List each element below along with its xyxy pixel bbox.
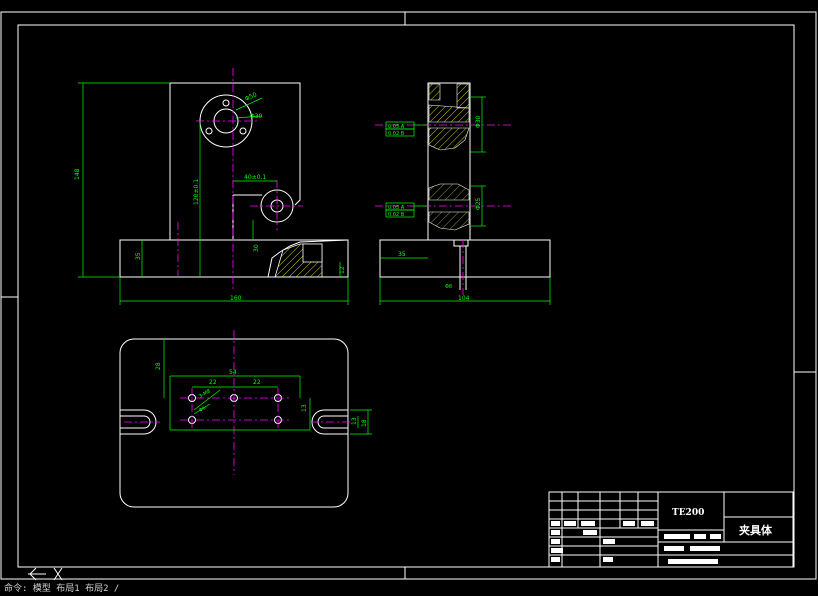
dim-top-slot-len: 18 [361,419,368,427]
part-name: 夹具体 [739,523,773,537]
title-block: TE200 夹具体 [548,491,794,568]
dim-side-total-width: 104 [458,295,470,302]
command-line-text: 命令: 模型 布局1 布局2 / [4,584,120,594]
dim-top-hole-span: 54 [229,369,237,376]
tol-lower-a: 0.05 A [388,205,405,211]
dim-front-total-width: 160 [230,295,242,302]
dim-top-pitch-left: 22 [209,379,217,386]
drawing-frame [0,11,817,580]
dim-front-base-height: 35 [135,252,142,260]
drawing-number: TE200 [672,508,704,518]
cad-drawing-canvas[interactable]: 148 35 120±0.1 40±0.1 30 Φ50 Φ30 160 12 [0,0,818,596]
dim-side-pin-dia: Φ8 [445,284,452,290]
side-view: 0.05 A 0.02 B 0.05 A 0.02 B Φ30 Φ25 35 1… [375,82,551,305]
dim-top-edge-offset: 28 [155,362,162,370]
command-line-bar[interactable]: 命令: 模型 布局1 布局2 / [0,583,818,596]
front-view: 148 35 120±0.1 40±0.1 30 Φ50 Φ30 160 12 [74,68,349,305]
dim-front-step-height: 30 [253,244,260,252]
dim-side-lower-bore: Φ25 [475,197,482,210]
dim-front-hole-offset: 40±0.1 [244,174,266,181]
dim-front-slot-depth: 12 [339,266,346,274]
top-view: 28 54 22 22 3-M8 Φ6 13 13 18 [119,330,372,508]
tol-upper-b: 0.02 B [388,131,405,137]
dim-front-bore-height: 120±0.1 [193,179,200,205]
tol-upper-a: 0.05 A [388,124,405,130]
dim-front-bore-dia: Φ30 [250,113,263,120]
tol-lower-b: 0.02 B [388,212,405,218]
dim-side-bottom-width: 35 [398,251,406,258]
dim-front-total-height: 148 [74,168,81,180]
dim-side-upper-bore: Φ30 [475,115,482,128]
dim-top-pitch-right: 22 [253,379,261,386]
dim-top-row-offset: 13 [301,404,308,412]
ucs-icon [28,567,63,581]
dim-top-slot-width: 13 [351,417,358,425]
